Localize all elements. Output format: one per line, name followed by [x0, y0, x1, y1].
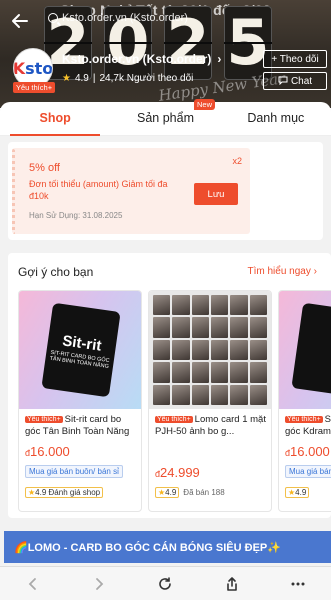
- card-pack-image: [291, 302, 331, 398]
- price-value: 16.000: [30, 444, 70, 459]
- chevron-right-icon: ›: [313, 266, 317, 277]
- product-title: Yêu thích+Sit-rit card bo góc Kdram...: [285, 414, 331, 438]
- shop-name-text: Ksto.order.vn (Ksto.order): [62, 52, 212, 66]
- back-arrow-icon[interactable]: [10, 11, 32, 33]
- voucher-multiplier: x2: [232, 156, 242, 166]
- product-image: Sit-rit SIT-RIT CARD BO GÓC TÂN BINH TOÀ…: [19, 291, 141, 409]
- rating-box: ★4.9 Đánh giá shop: [25, 487, 104, 498]
- shop-header-banner: Shop Nghỉ Tết từ 26/1 đến 3/02 2 0 2 5 H…: [0, 0, 331, 108]
- more-options-icon[interactable]: [283, 569, 313, 599]
- product-card[interactable]: Yêu thích+Sit-rit card bo góc Kdram... đ…: [278, 290, 331, 512]
- price-value: 24.999: [160, 465, 200, 480]
- wholesale-tag: Mua giá bán buôn/ bán sỉ: [285, 465, 331, 478]
- share-icon[interactable]: [217, 569, 247, 599]
- tab-shop[interactable]: Shop: [0, 102, 110, 136]
- chevron-right-icon: ›: [217, 52, 222, 66]
- shop-rating: 4.9: [74, 73, 89, 84]
- voucher-percent: 5% off: [29, 162, 60, 174]
- favorite-plus-tag: Yêu thích+: [285, 416, 323, 423]
- voucher-expiry: Hạn Sử Dụng: 31.08.2025: [29, 211, 123, 220]
- product-price: đ16.000: [25, 444, 70, 459]
- product-price: đ16.000: [285, 444, 330, 459]
- price-value: 16.000: [290, 444, 330, 459]
- favorite-plus-tag: Yêu thích+: [25, 416, 63, 423]
- reload-icon[interactable]: [150, 569, 180, 599]
- browser-toolbar: [0, 566, 331, 600]
- product-card[interactable]: Yêu thích+ Lomo card 1 mặt PJH-50 ảnh bo …: [148, 290, 272, 512]
- shop-search-bar[interactable]: Ksto.order.vn (Ksto.order): [48, 12, 188, 24]
- chat-button[interactable]: Chat: [263, 72, 327, 90]
- image-sub-text: SIT-RIT CARD BO GÓC TÂN BINH TOÀN NĂNG: [49, 349, 110, 370]
- browser-forward-icon[interactable]: [84, 569, 114, 599]
- shop-meta: ★ 4.9 | 24,7k Người theo dõi: [62, 73, 194, 84]
- tab-categories[interactable]: Danh mục: [221, 102, 331, 135]
- product-rating: ★4.9: [285, 487, 310, 498]
- learn-more-link[interactable]: Tìm hiểu ngay ›: [248, 266, 318, 277]
- product-image: [149, 291, 271, 409]
- favorite-plus-badge: Yêu thích+: [13, 82, 56, 93]
- search-icon: [48, 13, 58, 23]
- browser-back-icon[interactable]: [18, 569, 48, 599]
- product-title: Yêu thích+ Lomo card 1 mặt PJH-50 ảnh bo …: [155, 414, 269, 438]
- rating-value: 4.9: [165, 488, 177, 497]
- wholesale-tag: Mua giá bán buôn/ bán sỉ: [25, 465, 123, 478]
- voucher-section: 5% off Đơn tối thiểu (amount) Giảm tối đ…: [8, 142, 323, 240]
- rating-value: 4.9: [35, 488, 47, 497]
- recommend-title: Gợi ý cho bạn: [18, 265, 94, 279]
- follow-button[interactable]: + Theo dõi: [263, 50, 327, 68]
- new-badge: New: [194, 99, 216, 110]
- recommend-section: Gợi ý cho bạn Tìm hiểu ngay › Sit-rit SI…: [8, 253, 331, 518]
- chat-label: Chat: [290, 75, 313, 87]
- star-icon: ★: [62, 73, 71, 84]
- sold-count: Đã bán 188: [183, 488, 225, 497]
- voucher-card[interactable]: 5% off Đơn tối thiểu (amount) Giảm tối đ…: [12, 148, 250, 234]
- product-card[interactable]: Sit-rit SIT-RIT CARD BO GÓC TÂN BINH TOÀ…: [18, 290, 142, 512]
- shop-tabs: Shop Sản phẩm Danh mục New: [0, 99, 331, 136]
- product-price: đ24.999: [155, 465, 200, 480]
- product-image: [279, 291, 331, 409]
- product-rating: ★4.9 Đánh giá shop: [25, 487, 104, 498]
- avatar-letter: K: [13, 58, 26, 78]
- product-rating: ★4.9 Đã bán 188: [155, 487, 225, 498]
- learn-more-label: Tìm hiểu ngay: [247, 266, 311, 277]
- shop-followers: 24,7k Người theo dõi: [99, 73, 194, 84]
- rating-box: ★4.9: [155, 487, 180, 498]
- shop-name[interactable]: Ksto.order.vn (Ksto.order) ›: [62, 52, 221, 66]
- url-text: Ksto.order.vn (Ksto.order): [62, 12, 188, 24]
- rating-value: 4.9: [295, 488, 307, 497]
- save-voucher-button[interactable]: Lưu: [194, 183, 238, 205]
- chat-bubble-icon: [278, 75, 288, 88]
- voucher-description: Đơn tối thiểu (amount) Giảm tối đa đ10k: [29, 179, 168, 201]
- card-pack-image: Sit-rit SIT-RIT CARD BO GÓC TÂN BINH TOÀ…: [41, 302, 121, 398]
- favorite-plus-tag: Yêu thích+: [155, 416, 193, 423]
- product-title: Yêu thích+ Sit-rit card bo góc Tân Binh T…: [25, 414, 139, 438]
- rating-box: ★4.9: [285, 487, 310, 498]
- rating-note: Đánh giá shop: [48, 488, 101, 497]
- lomo-promo-banner[interactable]: 🌈LOMO - CARD BO GÓC CÁN BÓNG SIÊU ĐẸP✨: [4, 531, 331, 563]
- avatar-text: sto: [25, 58, 53, 78]
- year-digit: 5: [224, 6, 272, 80]
